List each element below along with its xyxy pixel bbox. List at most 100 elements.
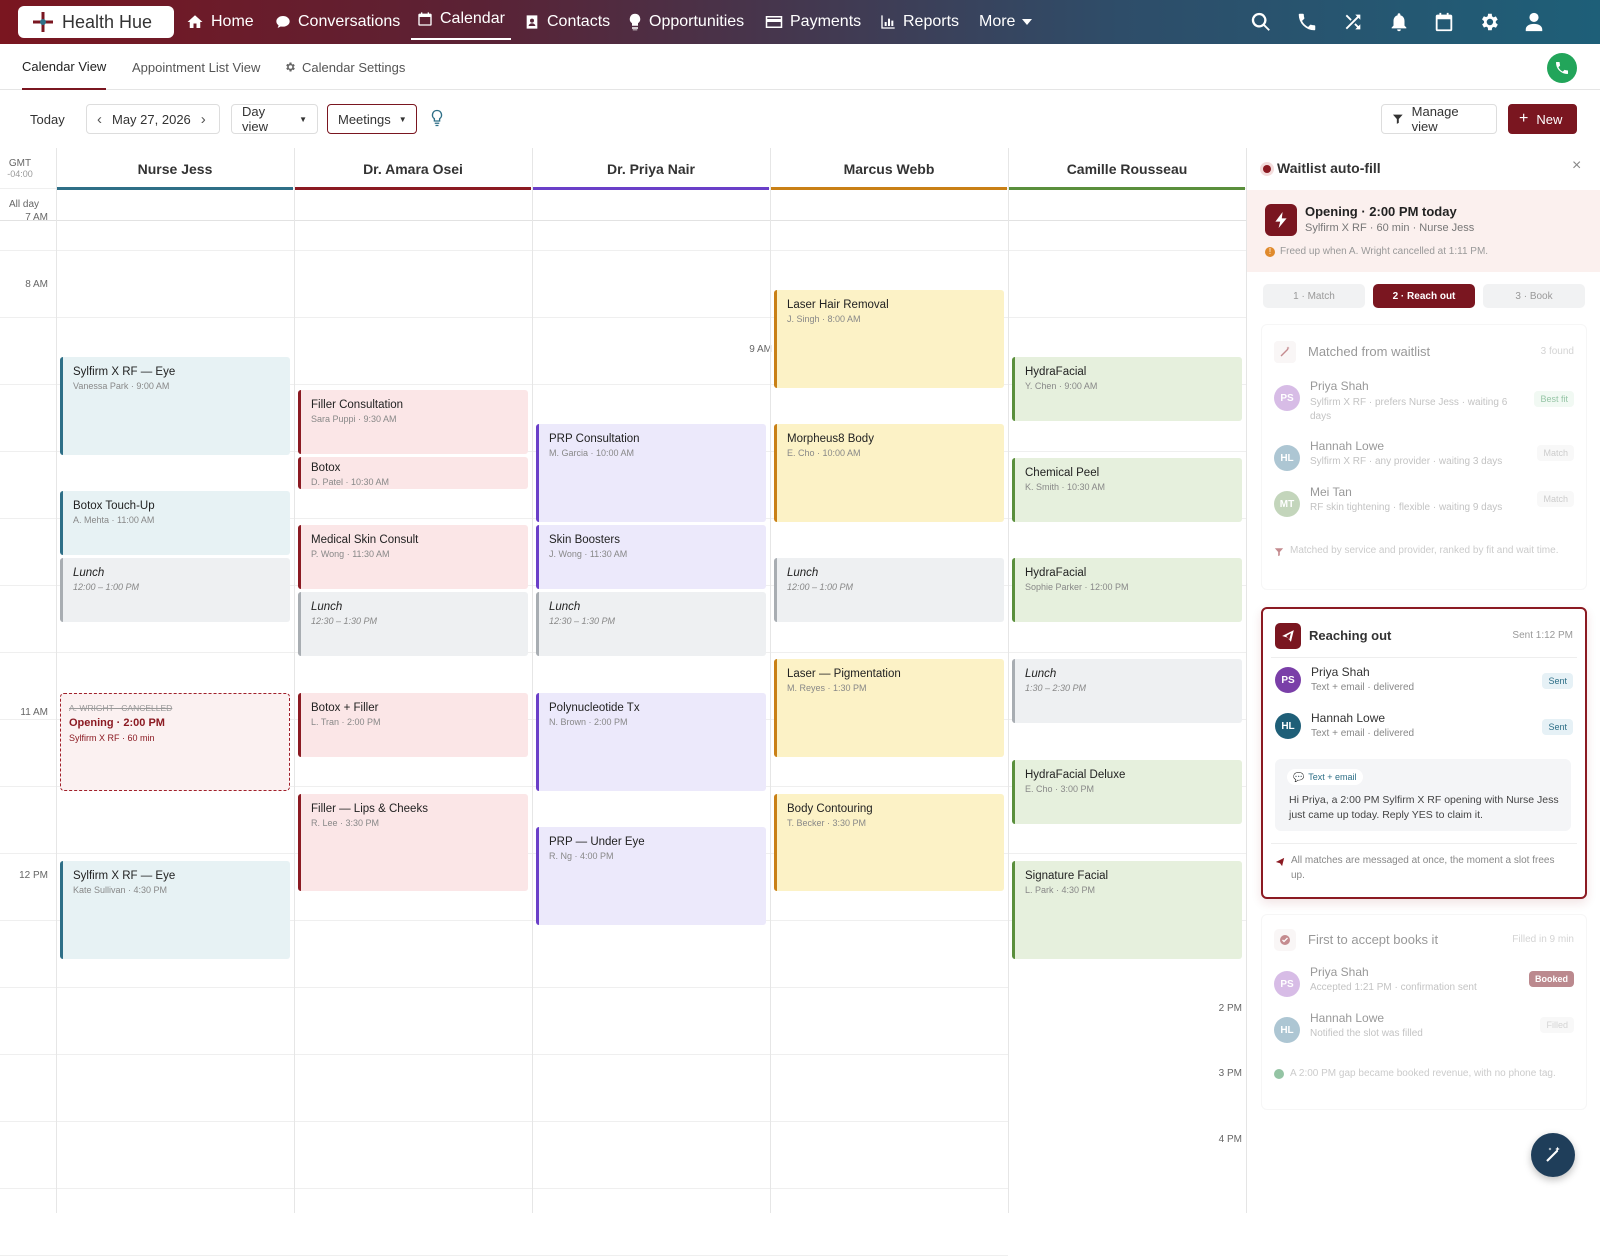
first-title: First to accept books it	[1308, 932, 1439, 947]
event-card[interactable]: Sylfirm X RF — Eye Kate Sullivan · 4:30 P…	[60, 861, 290, 959]
event-card[interactable]: PRP Consultation M. Garcia · 10:00 AM	[536, 424, 766, 522]
ai-assistant-button[interactable]	[1531, 1133, 1575, 1177]
event-card[interactable]: PRP — Under Eye R. Ng · 4:00 PM	[536, 827, 766, 925]
lunch-block[interactable]: Lunch 12:30 – 1:30 PM	[536, 592, 766, 656]
magic-wand-icon	[1546, 1146, 1560, 1162]
nav-conversations[interactable]: Conversations	[275, 0, 400, 44]
event-card[interactable]: Laser — Pigmentation M. Reyes · 1:30 PM	[774, 659, 1004, 757]
event-card[interactable]: HydraFacial Y. Chen · 9:00 AM	[1012, 357, 1242, 421]
today-button[interactable]: Today	[20, 104, 75, 134]
column-header-dr-amara-osei[interactable]: Dr. Amara Osei	[294, 148, 532, 190]
calendar-settings-label: Calendar Settings	[302, 59, 406, 75]
lightbulb-hint-icon[interactable]	[430, 109, 444, 130]
column-header-dr-priya-nair[interactable]: Dr. Priya Nair	[532, 148, 770, 190]
match-badge: Match	[1537, 445, 1574, 461]
tab-calendar-settings[interactable]: Calendar Settings	[284, 44, 405, 90]
lunch-block[interactable]: Lunch 12:00 – 1:00 PM	[60, 558, 290, 622]
reaching-time: Sent 1:12 PM	[1512, 630, 1573, 641]
event-card[interactable]: Body Contouring T. Becker · 3:30 PM	[774, 794, 1004, 891]
tab-calendar-view[interactable]: Calendar View	[22, 44, 107, 90]
event-card[interactable]: Polynucleotide Tx N. Brown · 2:00 PM	[536, 693, 766, 791]
opening-slot[interactable]: A. WRIGHT · CANCELLED Opening · 2:00 PM …	[60, 693, 290, 791]
step-book[interactable]: 3 · Book	[1483, 284, 1585, 308]
current-date: May 27, 2026	[112, 111, 191, 127]
person-name: Hannah Lowe	[1310, 1011, 1385, 1025]
avatar: HL	[1274, 1017, 1300, 1043]
filter-select[interactable]: Meetings ▼	[327, 104, 417, 134]
nav-home-label: Home	[211, 13, 254, 30]
date-picker[interactable]: ‹ May 27, 2026 ›	[86, 104, 220, 134]
hour-line	[0, 317, 1246, 318]
lunch-block[interactable]: Lunch 1:30 – 2:30 PM	[1012, 659, 1242, 723]
top-nav: Health Hue Home Conversations Calendar C…	[0, 0, 1600, 44]
user-icon[interactable]	[1523, 11, 1545, 33]
gear-icon[interactable]	[1478, 11, 1500, 33]
bell-icon[interactable]	[1388, 11, 1410, 33]
nav-calendar[interactable]: Calendar	[411, 0, 511, 40]
event-card[interactable]: Filler Consultation Sara Puppi · 9:30 AM	[298, 390, 528, 454]
reaching-title: Reaching out	[1309, 628, 1392, 643]
calendar-small-icon[interactable]	[1433, 11, 1455, 33]
message-preview: 💬 Text + email Hi Priya, a 2:00 PM Sylfir…	[1275, 759, 1571, 831]
event-card[interactable]: Filler — Lips & Cheeks R. Lee · 3:30 PM	[298, 794, 528, 891]
step-reach-out[interactable]: 2 · Reach out	[1373, 284, 1475, 308]
person-name: Hannah Lowe	[1310, 439, 1385, 453]
nav-home[interactable]: Home	[186, 0, 254, 44]
prev-date-icon[interactable]: ‹	[97, 111, 102, 128]
timezone-label: GMT -04:00	[7, 158, 33, 179]
event-card[interactable]: HydraFacial Deluxe E. Cho · 3:00 PM	[1012, 760, 1242, 824]
lunch-block[interactable]: Lunch 12:00 – 1:00 PM	[774, 558, 1004, 622]
time-label: 12 PM	[19, 870, 48, 881]
column-header-nurse-jess[interactable]: Nurse Jess	[56, 148, 294, 190]
close-icon[interactable]: ×	[1572, 157, 1581, 175]
event-card[interactable]: Skin Boosters J. Wong · 11:30 AM	[536, 525, 766, 589]
match-badge: Match	[1537, 491, 1574, 507]
event-card[interactable]: Signature Facial L. Park · 4:30 PM	[1012, 861, 1242, 959]
nav-more[interactable]: More	[979, 0, 1033, 44]
step-match[interactable]: 1 · Match	[1263, 284, 1365, 308]
call-button[interactable]	[1547, 53, 1577, 83]
event-card[interactable]: HydraFacial Sophie Parker · 12:00 PM	[1012, 558, 1242, 622]
event-card[interactable]: Botox Touch-Up A. Mehta · 11:00 AM	[60, 491, 290, 555]
nav-opportunities[interactable]: Opportunities	[628, 0, 744, 44]
event-card[interactable]: Botox + Filler L. Tran · 2:00 PM	[298, 693, 528, 757]
event-card[interactable]: Morpheus8 Body E. Cho · 10:00 AM	[774, 424, 1004, 522]
reaching-footer: All matches are messaged at once, the mo…	[1291, 855, 1555, 881]
first-time: Filled in 9 min	[1512, 934, 1574, 945]
nav-opportunities-label: Opportunities	[649, 13, 745, 30]
event-card[interactable]: Chemical Peel K. Smith · 10:30 AM	[1012, 458, 1242, 522]
first-accept-card: First to accept books it Filled in 9 min…	[1261, 914, 1587, 1110]
avatar: PS	[1275, 667, 1301, 693]
shuffle-icon[interactable]	[1342, 11, 1364, 33]
lunch-block[interactable]: Lunch 12:30 – 1:30 PM	[298, 592, 528, 656]
nav-reports[interactable]: Reports	[880, 0, 959, 44]
manage-view-button[interactable]: Manage view	[1381, 104, 1497, 134]
person-sub: Sylfirm X RF · any provider · waiting 3 …	[1310, 456, 1503, 467]
time-label: 7 AM	[25, 212, 48, 223]
manage-view-label: Manage view	[1411, 104, 1459, 134]
message-text: Hi Priya, a 2:00 PM Sylfirm X RF opening…	[1289, 794, 1559, 821]
app-logo[interactable]: Health Hue	[18, 6, 174, 38]
nav-contacts[interactable]: Contacts	[524, 0, 610, 44]
event-card[interactable]: Medical Skin Consult P. Wong · 11:30 AM	[298, 525, 528, 589]
new-button[interactable]: + New	[1508, 104, 1577, 134]
event-card[interactable]: Laser Hair Removal J. Singh · 8:00 AM	[774, 290, 1004, 388]
calendar-toolbar: Today ‹ May 27, 2026 › Day view ▼ Meetin…	[0, 90, 1600, 148]
next-date-icon[interactable]: ›	[201, 111, 206, 128]
send-icon	[1275, 623, 1301, 649]
view-chevron-icon: ▼	[299, 114, 307, 124]
search-icon[interactable]	[1250, 11, 1272, 33]
column-header-marcus-webb[interactable]: Marcus Webb	[770, 148, 1008, 190]
opening-banner-sub: Sylfirm X RF · 60 min · Nurse Jess	[1305, 222, 1475, 234]
tab-appointment-list[interactable]: Appointment List View	[132, 44, 260, 90]
reports-icon	[881, 15, 895, 29]
sub-nav: Calendar View Appointment List View Cale…	[0, 44, 1600, 90]
event-card[interactable]: Botox D. Patel · 10:30 AM	[298, 457, 528, 489]
column-header-camille-rousseau[interactable]: Camille Rousseau	[1008, 148, 1246, 190]
chat-bubble-icon: 💬	[1293, 771, 1305, 782]
event-card[interactable]: Sylfirm X RF — Eye Vanessa Park · 9:00 AM	[60, 357, 290, 455]
nav-payments[interactable]: Payments	[765, 0, 861, 44]
contacts-icon	[526, 15, 538, 29]
phone-icon[interactable]	[1296, 11, 1318, 33]
view-select[interactable]: Day view ▼	[231, 104, 318, 134]
